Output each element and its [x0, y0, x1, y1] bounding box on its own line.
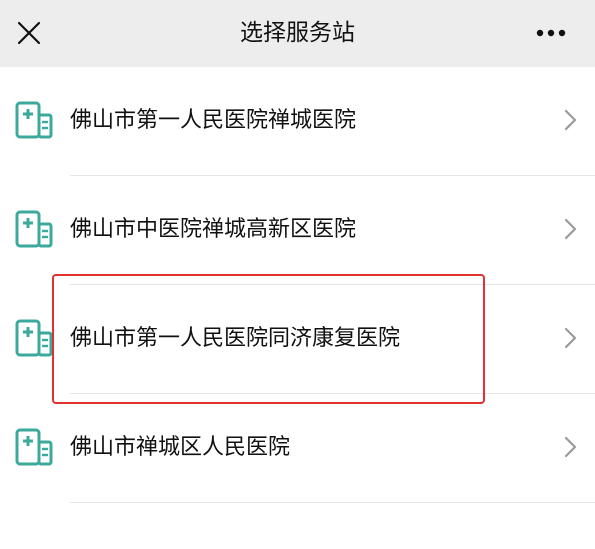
chevron-right-icon — [564, 218, 577, 240]
station-item[interactable]: 佛山市第一人民医院禅城医院 — [0, 67, 595, 175]
chevron-right-icon — [564, 436, 577, 458]
station-item[interactable]: 佛山市禅城区人民医院 — [0, 394, 595, 502]
divider — [70, 502, 595, 503]
station-name: 佛山市第一人民医院同济康复医院 — [70, 326, 401, 351]
close-button[interactable] — [14, 18, 44, 48]
close-icon — [17, 21, 41, 45]
more-options-button[interactable] — [531, 20, 571, 46]
more-dots-icon — [536, 29, 566, 37]
header-bar: 选择服务站 — [0, 0, 595, 67]
chevron-right-icon — [564, 109, 577, 131]
hospital-icon — [15, 428, 53, 466]
station-name: 佛山市中医院禅城高新区医院 — [70, 217, 357, 242]
chevron-right-icon — [564, 327, 577, 349]
page-title: 选择服务站 — [240, 20, 355, 46]
hospital-icon — [15, 210, 53, 248]
station-item[interactable]: 佛山市第一人民医院同济康复医院 — [0, 285, 595, 393]
station-name: 佛山市禅城区人民医院 — [70, 435, 291, 460]
hospital-icon — [15, 101, 53, 139]
station-item[interactable]: 佛山市中医院禅城高新区医院 — [0, 176, 595, 284]
hospital-icon — [15, 319, 53, 357]
station-name: 佛山市第一人民医院禅城医院 — [70, 108, 357, 133]
